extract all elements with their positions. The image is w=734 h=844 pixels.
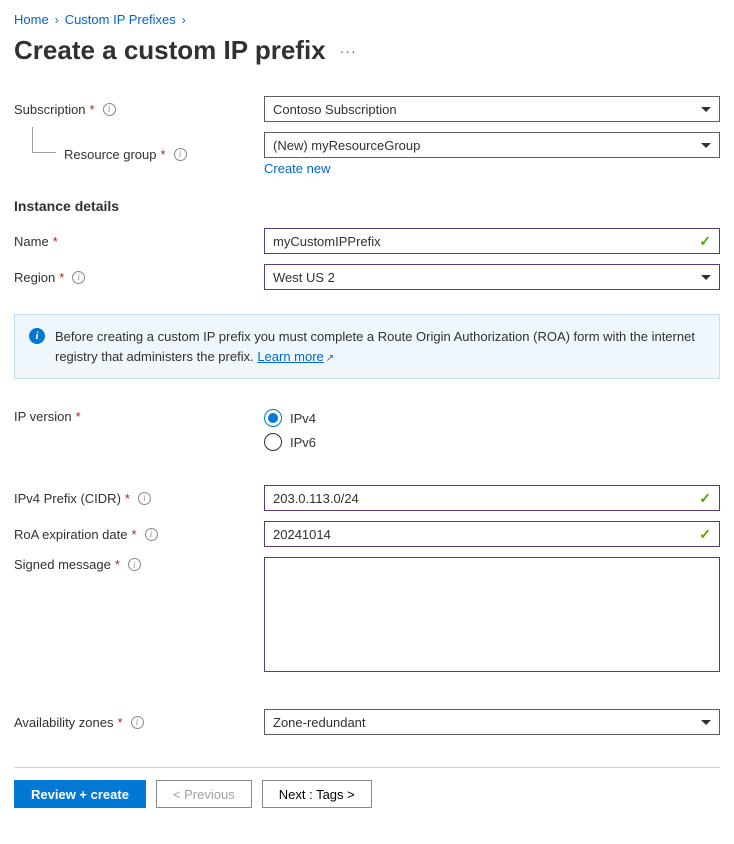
signed-message-row: Signed message * i (14, 557, 720, 675)
roa-expiration-label: RoA expiration date * i (14, 527, 264, 542)
region-row: Region * i West US 2 (14, 264, 720, 290)
footer-divider (14, 767, 720, 768)
ip-version-label: IP version * (14, 409, 264, 424)
availability-zones-label: Availability zones * i (14, 715, 264, 730)
next-button[interactable]: Next : Tags > (262, 780, 372, 808)
chevron-right-icon: › (55, 13, 59, 27)
check-icon: ✓ (699, 526, 711, 543)
chevron-down-icon (701, 143, 711, 148)
roa-expiration-input[interactable]: 20241014 ✓ (264, 521, 720, 547)
create-new-link[interactable]: Create new (264, 161, 330, 176)
subscription-select[interactable]: Contoso Subscription (264, 96, 720, 122)
info-icon: i (29, 328, 45, 344)
external-link-icon: ↗ (326, 353, 334, 364)
name-input[interactable]: myCustomIPPrefix ✓ (264, 228, 720, 254)
radio-unselected-icon (264, 433, 282, 451)
ipv4-prefix-label: IPv4 Prefix (CIDR) * i (14, 491, 264, 506)
region-select[interactable]: West US 2 (264, 264, 720, 290)
name-label: Name * (14, 234, 264, 249)
roa-expiration-row: RoA expiration date * i 20241014 ✓ (14, 521, 720, 547)
subscription-label: Subscription * i (14, 102, 264, 117)
name-row: Name * myCustomIPPrefix ✓ (14, 228, 720, 254)
info-banner: i Before creating a custom IP prefix you… (14, 314, 720, 379)
review-create-button[interactable]: Review + create (14, 780, 146, 808)
info-icon[interactable]: i (138, 492, 151, 505)
signed-message-label: Signed message * i (14, 557, 264, 572)
previous-button[interactable]: < Previous (156, 780, 252, 808)
breadcrumb: Home › Custom IP Prefixes › (14, 12, 720, 27)
chevron-down-icon (701, 275, 711, 280)
info-icon[interactable]: i (72, 271, 85, 284)
signed-message-textarea[interactable] (264, 557, 720, 672)
region-label: Region * i (14, 270, 264, 285)
info-icon[interactable]: i (128, 558, 141, 571)
availability-zones-row: Availability zones * i Zone-redundant (14, 709, 720, 735)
info-icon[interactable]: i (145, 528, 158, 541)
availability-zones-select[interactable]: Zone-redundant (264, 709, 720, 735)
info-icon[interactable]: i (174, 148, 187, 161)
ipv4-prefix-row: IPv4 Prefix (CIDR) * i 203.0.113.0/24 ✓ (14, 485, 720, 511)
breadcrumb-parent[interactable]: Custom IP Prefixes (65, 12, 176, 27)
chevron-down-icon (701, 720, 711, 725)
subscription-row: Subscription * i Contoso Subscription (14, 96, 720, 122)
info-icon[interactable]: i (103, 103, 116, 116)
chevron-down-icon (701, 107, 711, 112)
instance-details-heading: Instance details (14, 198, 720, 214)
ip-version-row: IP version * IPv4 IPv6 (14, 409, 720, 451)
ipv4-prefix-input[interactable]: 203.0.113.0/24 ✓ (264, 485, 720, 511)
ipv4-radio[interactable]: IPv4 (264, 409, 720, 427)
info-icon[interactable]: i (131, 716, 144, 729)
page-title-row: Create a custom IP prefix ··· (14, 35, 720, 66)
check-icon: ✓ (699, 490, 711, 507)
resource-group-row: Resource group * i (New) myResourceGroup… (14, 132, 720, 176)
check-icon: ✓ (699, 233, 711, 250)
breadcrumb-home[interactable]: Home (14, 12, 49, 27)
page-title: Create a custom IP prefix (14, 35, 326, 66)
ip-version-radio-group: IPv4 IPv6 (264, 409, 720, 451)
resource-group-label: Resource group * i (14, 147, 264, 162)
resource-group-select[interactable]: (New) myResourceGroup (264, 132, 720, 158)
learn-more-link[interactable]: Learn more (257, 349, 323, 364)
more-icon[interactable]: ··· (340, 43, 357, 59)
radio-selected-icon (264, 409, 282, 427)
button-row: Review + create < Previous Next : Tags > (14, 780, 720, 808)
ipv6-radio[interactable]: IPv6 (264, 433, 720, 451)
chevron-right-icon: › (182, 13, 186, 27)
